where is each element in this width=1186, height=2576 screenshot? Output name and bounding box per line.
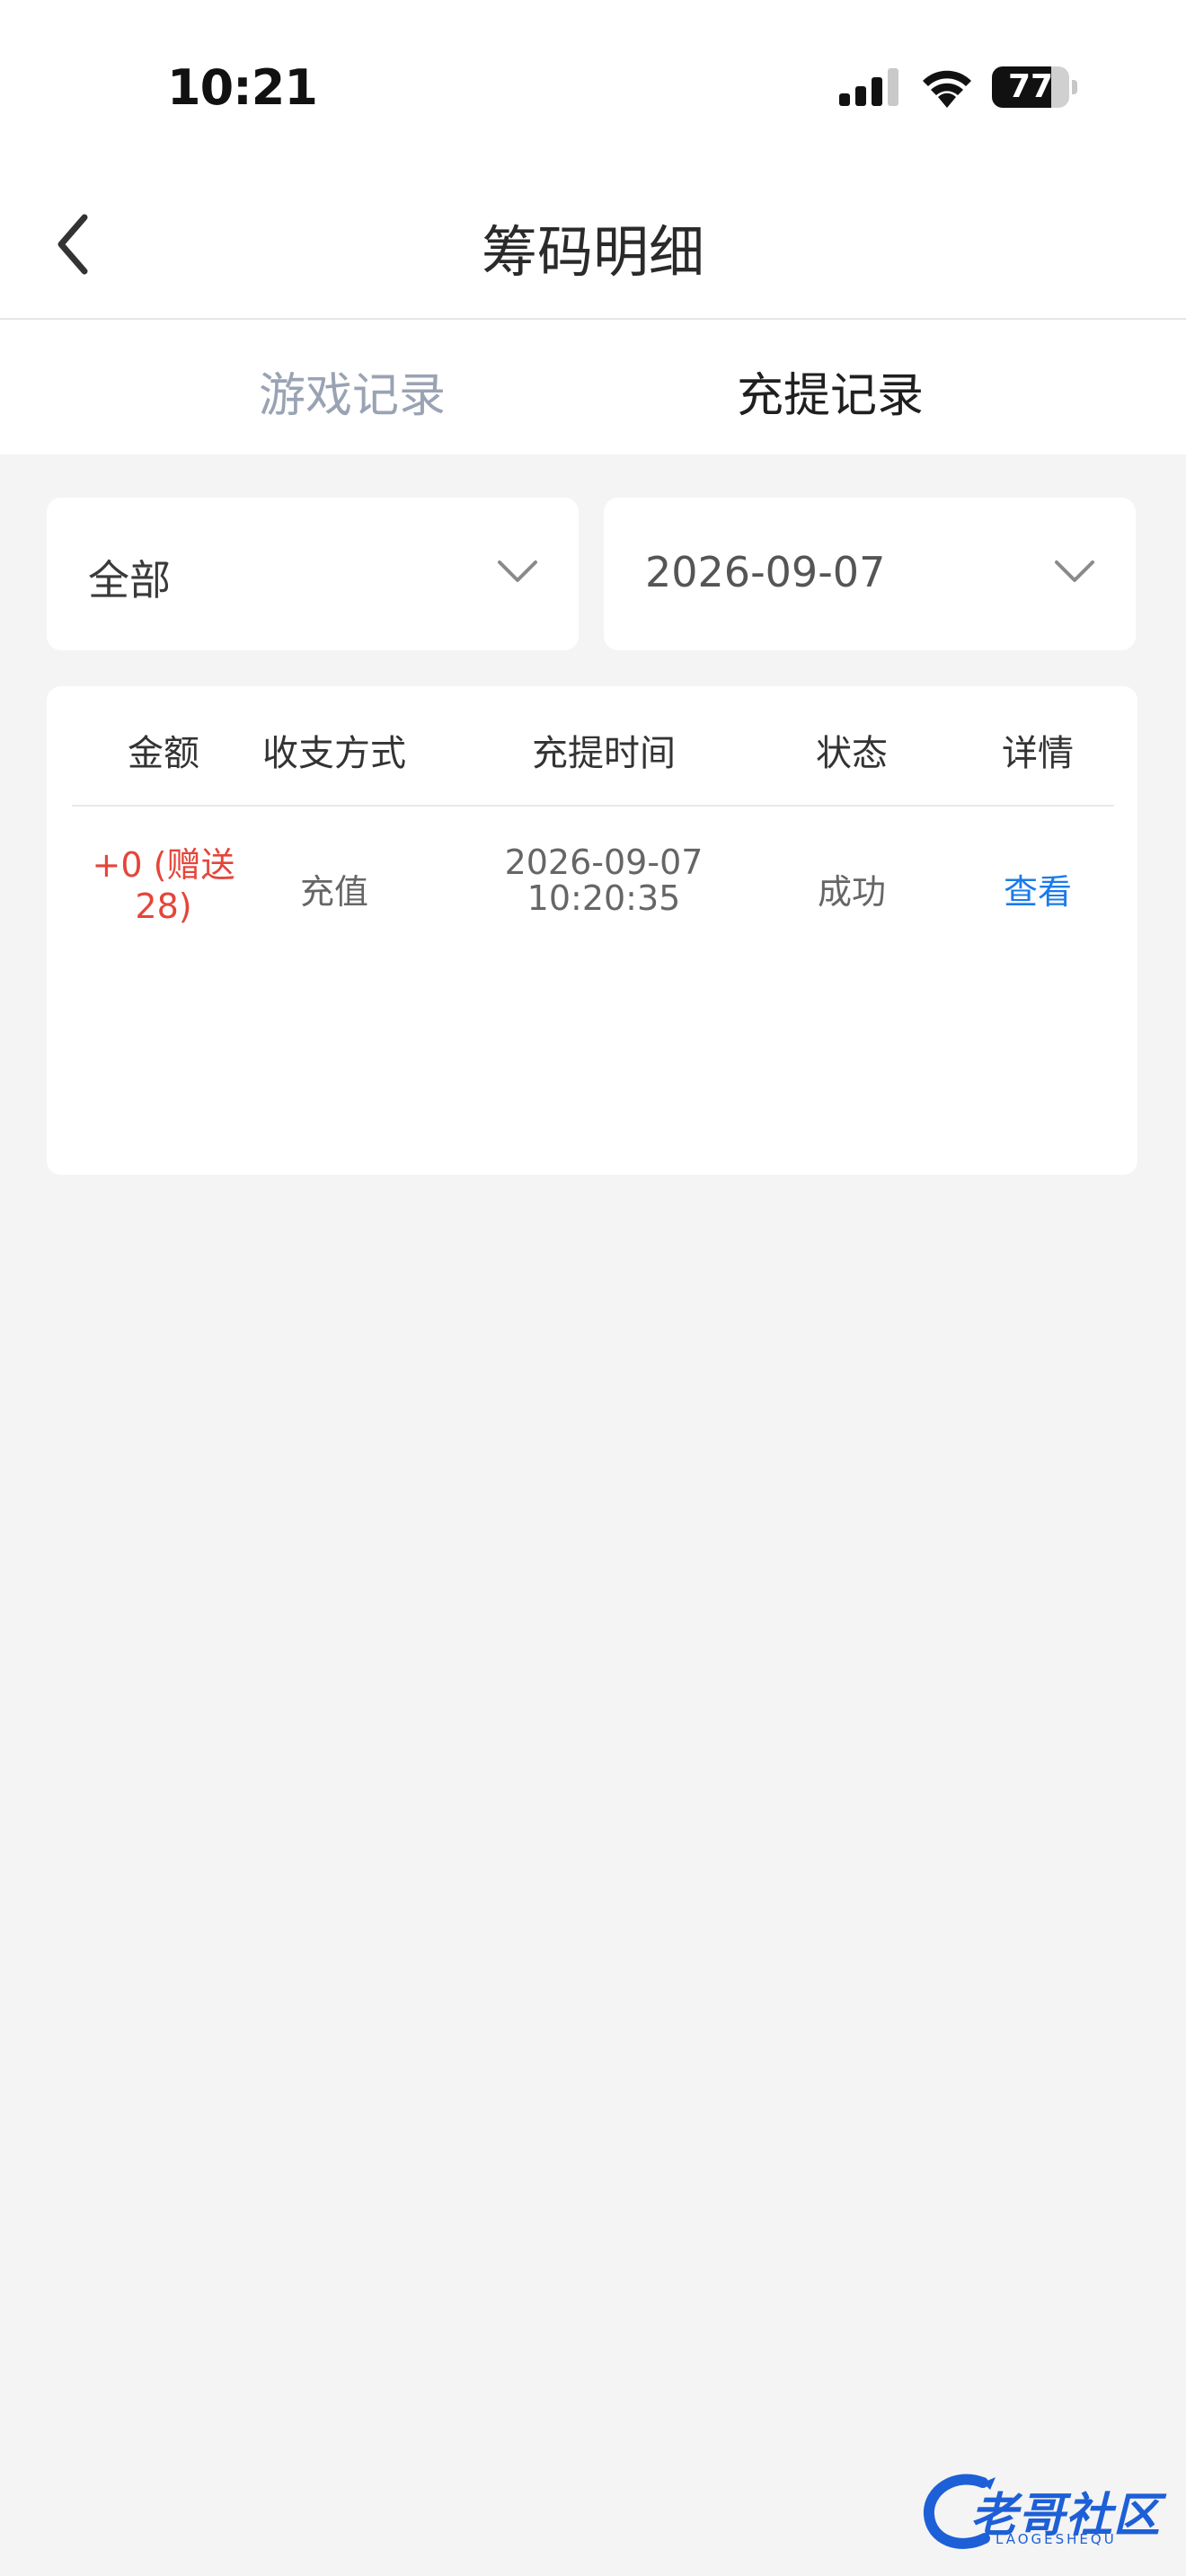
row-amount: +0 (赠送 28) xyxy=(74,844,253,927)
column-header-method: 收支方式 xyxy=(262,733,406,774)
tab-bar: 游戏记录 充提记录 xyxy=(0,320,1186,454)
column-header-status: 状态 xyxy=(816,733,888,774)
column-header-time: 充提时间 xyxy=(532,733,676,774)
row-status: 成功 xyxy=(817,872,886,912)
column-header-amount: 金额 xyxy=(128,733,199,774)
nav-bar: 筹码明细 xyxy=(0,171,1186,320)
watermark-subtext: LAOGESHEQU xyxy=(996,2531,1117,2547)
row-view-link[interactable]: 查看 xyxy=(943,864,1132,913)
tab-recharge-records[interactable]: 充提记录 xyxy=(651,357,1010,425)
signal-icon xyxy=(839,68,898,106)
wifi-icon xyxy=(923,70,971,108)
row-amount-line1: +0 (赠送 xyxy=(92,845,235,885)
page-title: 筹码明细 xyxy=(481,219,704,285)
status-bar: 10:21 77 xyxy=(0,0,1186,171)
row-time-date: 2026-09-07 xyxy=(504,842,704,882)
column-header-detail: 详情 xyxy=(1002,733,1074,774)
row-method: 充值 xyxy=(299,872,368,912)
tab-game-records[interactable]: 游戏记录 xyxy=(173,357,532,425)
battery-icon: 77 xyxy=(992,66,1078,108)
records-table: 金额 收支方式 充提时间 状态 详情 +0 (赠送 28) 充值 2026-09… xyxy=(47,686,1137,1175)
date-filter-dropdown[interactable]: 2026-09-07 xyxy=(604,498,1136,650)
watermark-logo: 老哥社区 LAOGESHEQU xyxy=(920,2466,1181,2556)
row-amount-line2: 28) xyxy=(135,887,192,926)
type-filter-value: 全部 xyxy=(88,556,171,604)
type-filter-dropdown[interactable]: 全部 xyxy=(47,498,579,650)
battery-level: 77 xyxy=(1007,68,1054,105)
chevron-down-icon xyxy=(1055,560,1094,582)
row-time-clock: 10:20:35 xyxy=(527,878,681,918)
status-time: 10:21 xyxy=(167,59,318,116)
chevron-down-icon xyxy=(498,560,537,582)
row-time: 2026-09-07 10:20:35 xyxy=(460,844,748,916)
page: 10:21 77 筹码明细 游戏记录 充提记录 全部 2026-09-07 金额… xyxy=(0,0,1186,2576)
date-filter-value: 2026-09-07 xyxy=(645,548,886,596)
table-divider xyxy=(72,805,1114,807)
